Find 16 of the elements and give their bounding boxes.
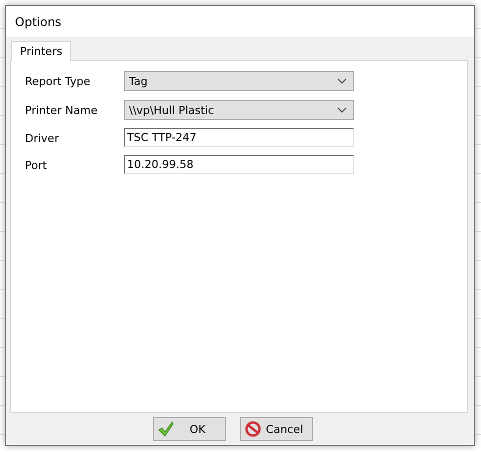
input-field[interactable]: TSC TTP-247 [124,128,354,147]
field-label: Printer Name [25,104,99,116]
window-title: Options [15,14,62,28]
tab[interactable]: Printers [11,41,72,61]
field-label: Port [25,158,48,172]
dropdown[interactable]: Tag [124,71,354,91]
checkmark-icon [158,421,174,437]
chevron-down-icon [337,78,347,84]
chevron-down-icon [337,107,347,113]
input-field[interactable]: 10.20.99.58 [124,155,354,174]
field-label: Driver [25,132,60,144]
dropdown[interactable]: \\vp\Hull Plastic [124,100,354,120]
field-label: Report Type [25,74,92,88]
cancel-button[interactable]: Cancel [240,417,313,441]
ok-button[interactable]: OK [153,417,226,441]
prohibited-icon [245,421,261,437]
